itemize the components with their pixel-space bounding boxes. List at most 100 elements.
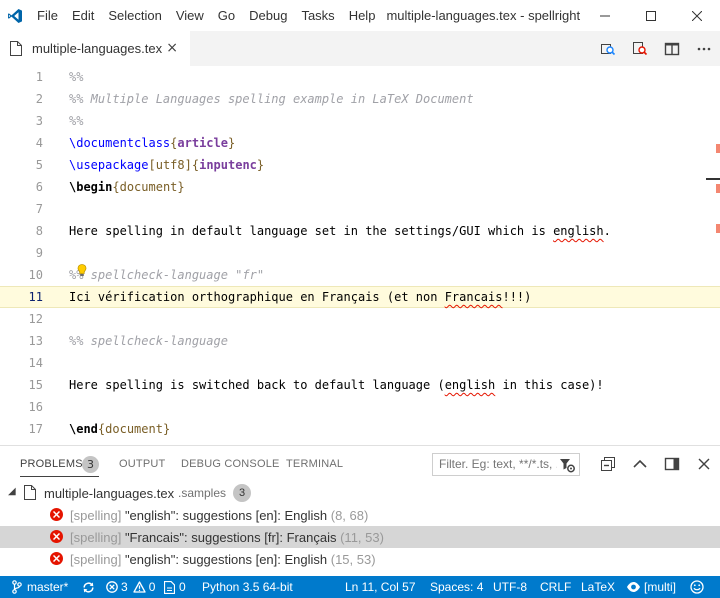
latex-command: \documentclass — [69, 136, 171, 150]
latex-argument: inputenc — [199, 158, 257, 172]
open-preview-button[interactable] — [592, 31, 624, 66]
more-actions-button[interactable] — [688, 31, 720, 66]
python-interpreter[interactable]: Python 3.5 64-bit — [202, 576, 293, 598]
editor-line: 2 %% Multiple Languages spelling example… — [0, 88, 706, 110]
latex-argument: document — [119, 180, 178, 194]
line-number: 5 — [35, 158, 43, 172]
line-number: 4 — [35, 136, 43, 150]
close-window-button[interactable] — [674, 0, 720, 31]
problem-text: "Francais": suggestions [fr]: Français — [124, 529, 337, 545]
filter-icon[interactable] — [559, 457, 575, 480]
maximize-panel-button[interactable] — [624, 450, 656, 478]
maximize-button[interactable] — [628, 0, 674, 31]
panel-header: PROBLEMS 3 OUTPUT DEBUG CONSOLE TERMINAL — [0, 446, 720, 482]
info-icon — [164, 580, 175, 594]
tab-debug-console[interactable]: DEBUG CONSOLE — [181, 458, 280, 470]
menu-bar: File Edit Selection View Go Debug Tasks … — [30, 0, 382, 31]
error-icon — [50, 552, 63, 565]
line-number: 2 — [35, 92, 43, 106]
language-mode[interactable]: LaTeX — [581, 576, 615, 598]
text-segment: Here spelling is switched back to defaul… — [69, 378, 445, 392]
split-editor-icon — [664, 42, 680, 55]
line-code: \usepackage[utf8]{inputenc} — [69, 158, 264, 172]
sync-button[interactable] — [82, 576, 95, 598]
tab-terminal[interactable]: TERMINAL — [286, 458, 343, 470]
problem-item[interactable]: [spelling] "english": suggestions [en]: … — [0, 504, 720, 526]
menu-view[interactable]: View — [169, 0, 211, 31]
line-number: 6 — [35, 180, 43, 194]
line-code: Here spelling in default language set in… — [69, 224, 611, 238]
tab-multiple-languages[interactable]: multiple-languages.tex × — [0, 31, 190, 66]
problem-item[interactable]: [spelling] "english": suggestions [en]: … — [0, 548, 720, 570]
menu-selection[interactable]: Selection — [101, 0, 168, 31]
ruler-error-marker — [716, 184, 720, 193]
menu-file[interactable]: File — [30, 0, 65, 31]
end-of-line[interactable]: CRLF — [540, 576, 571, 598]
indentation[interactable]: Spaces: 4 — [430, 576, 483, 598]
error-icon — [50, 530, 63, 543]
latex-command: \end — [69, 422, 98, 436]
active-tab-indicator — [20, 476, 99, 477]
misspelled-word[interactable]: english — [445, 378, 496, 392]
window-controls — [582, 0, 720, 31]
tab-output[interactable]: OUTPUT — [119, 458, 165, 470]
misspelled-word[interactable]: Francais — [445, 290, 503, 304]
menu-help[interactable]: Help — [342, 0, 383, 31]
latex-option: utf8 — [155, 158, 185, 172]
close-panel-button[interactable] — [688, 450, 720, 478]
spellcheck-toggle-button[interactable] — [624, 31, 656, 66]
toggle-panel-position-button[interactable] — [656, 450, 688, 478]
text-segment: Ici vérification orthographique en Franç… — [69, 290, 445, 304]
line-code: Ici vérification orthographique en Franç… — [69, 290, 531, 304]
latex-command: \begin — [69, 180, 113, 194]
editor-line: 12 — [0, 308, 706, 330]
problem-position: (8, 68) — [330, 507, 369, 523]
misspelled-word[interactable]: english — [553, 224, 604, 238]
problem-message: [spelling] "english": suggestions [en]: … — [70, 508, 368, 523]
editor-line: 16 — [0, 396, 706, 418]
line-code: %% spellcheck-language "fr" — [69, 264, 265, 282]
title-bar: File Edit Selection View Go Debug Tasks … — [0, 0, 720, 31]
line-number: 9 — [35, 246, 43, 260]
editor-line: 7 — [0, 198, 706, 220]
menu-tasks[interactable]: Tasks — [294, 0, 341, 31]
problem-position: (11, 53) — [340, 529, 384, 545]
editor-tab-bar: multiple-languages.tex × — [0, 31, 720, 66]
editor-line: 13 %% spellcheck-language — [0, 330, 706, 352]
minimize-button[interactable] — [582, 0, 628, 31]
git-branch-item[interactable]: master* — [12, 576, 68, 598]
line-code: \begin{document} — [69, 180, 185, 194]
cursor-position[interactable]: Ln 11, Col 57 — [345, 576, 416, 598]
feedback-button[interactable] — [690, 576, 704, 598]
brace: } — [177, 180, 185, 194]
lightbulb-icon[interactable] — [77, 264, 87, 277]
brace: { — [112, 180, 120, 194]
encoding[interactable]: UTF-8 — [493, 576, 527, 598]
line-code: \end{document} — [69, 422, 170, 436]
minimize-icon — [600, 15, 610, 16]
spellright-language[interactable]: [multi] — [626, 576, 676, 598]
chevron-up-icon — [633, 459, 647, 468]
menu-debug[interactable]: Debug — [242, 0, 294, 31]
latex-argument: document — [105, 422, 163, 436]
close-icon — [692, 10, 702, 21]
menu-go[interactable]: Go — [211, 0, 242, 31]
overview-ruler[interactable] — [706, 66, 720, 445]
problem-item-selected[interactable]: [spelling] "Francais": suggestions [fr]:… — [0, 526, 720, 548]
problems-status-item[interactable]: 3 0 — [106, 576, 155, 598]
collapse-all-button[interactable] — [592, 450, 624, 478]
tab-close-icon[interactable]: × — [166, 41, 178, 55]
code-editor[interactable]: 1 %% 2 %% Multiple Languages spelling ex… — [0, 66, 720, 445]
problems-file-row[interactable]: ◢ multiple-languages.tex .samples 3 — [0, 482, 720, 504]
more-icon — [697, 47, 711, 50]
info-status-item[interactable]: 0 — [164, 576, 186, 598]
panel-layout-icon — [664, 457, 680, 471]
problems-filter-input[interactable] — [439, 457, 557, 471]
chevron-down-icon[interactable]: ◢ — [8, 486, 16, 497]
comment-text: spellcheck-language "fr" — [83, 268, 265, 282]
tab-problems[interactable]: PROBLEMS — [20, 458, 83, 470]
split-editor-button[interactable] — [656, 31, 688, 66]
editor-actions — [592, 31, 720, 66]
problem-source: [spelling] — [70, 507, 122, 523]
menu-edit[interactable]: Edit — [65, 0, 101, 31]
